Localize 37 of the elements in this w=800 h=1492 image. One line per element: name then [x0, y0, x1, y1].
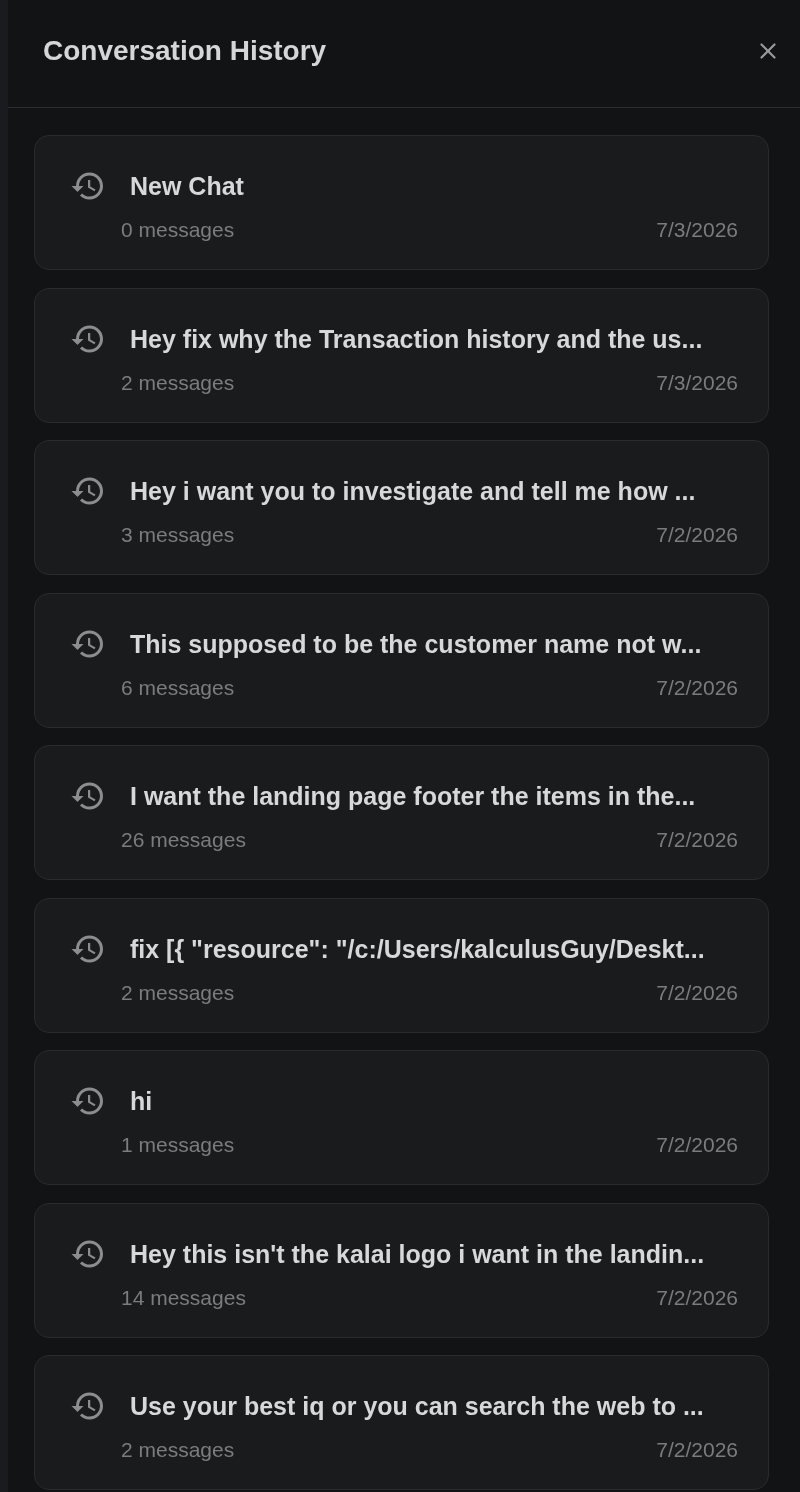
conversation-card[interactable]: hi 1 messages 7/2/2026 — [34, 1050, 769, 1185]
conversation-date: 7/2/2026 — [656, 979, 738, 1006]
conversation-card[interactable]: This supposed to be the customer name not w... 6 messages 7/2/2026 — [34, 592, 769, 728]
conversation-card[interactable]: Hey fix why the Transaction history and the us... 2 messages 7/3/2026 — [34, 287, 769, 423]
conversation-date: 7/2/2026 — [656, 674, 738, 701]
conversation-date: 7/2/2026 — [656, 1437, 738, 1463]
conversation-date: 7/2/2026 — [656, 827, 738, 853]
conversation-card[interactable]: Use your best iq or you can search the web to ... 2 messages 7/2/2026 — [34, 1355, 769, 1490]
conversation-card[interactable]: I want the landing page footer the items in the... 26 messages 7/2/2026 — [34, 745, 769, 880]
conversation-date: 7/3/2026 — [656, 369, 738, 396]
conversation-title: I want the landing page footer the items in the... — [130, 781, 696, 811]
conversation-card[interactable]: fix [{ "resource": "/c:/Users/kalculusGuy/Deskt... 2 messages 7/2/2026 — [34, 897, 769, 1033]
message-count: 2 messages — [121, 1437, 235, 1463]
message-count: 3 messages — [121, 522, 235, 548]
conversation-card[interactable]: New Chat 0 messages 7/3/2026 — [34, 135, 769, 270]
message-count: 0 messages — [121, 217, 235, 243]
message-count: 2 messages — [121, 369, 235, 396]
conversation-date: 7/2/2026 — [656, 1284, 738, 1311]
conversation-title: fix [{ "resource": "/c:/Users/kalculusGuy/Deskt... — [130, 933, 705, 964]
message-count: 2 messages — [121, 979, 235, 1006]
conversation-title: hi — [130, 1086, 153, 1116]
conversation-title: Hey this isn't the kalai logo i want in the landin... — [130, 1238, 705, 1269]
conversation-title: Use your best iq or you can search the web to ... — [130, 1391, 704, 1421]
conversation-title: This supposed to be the customer name not w... — [130, 628, 702, 659]
message-count: 26 messages — [121, 827, 246, 853]
message-count: 6 messages — [121, 674, 235, 701]
message-count: 1 messages — [121, 1132, 235, 1158]
conversation-date: 7/2/2026 — [656, 522, 738, 548]
message-count: 14 messages — [121, 1284, 246, 1311]
conversation-date: 7/3/2026 — [656, 217, 738, 243]
conversation-title: Hey i want you to investigate and tell me how ... — [130, 476, 696, 506]
conversation-date: 7/2/2026 — [656, 1132, 738, 1158]
conversation-card[interactable]: Hey i want you to investigate and tell me how ... 3 messages 7/2/2026 — [34, 440, 769, 575]
conversation-card[interactable]: Hey this isn't the kalai logo i want in the landin... 14 messages 7/2/2026 — [34, 1202, 769, 1338]
conversation-title: New Chat — [130, 171, 244, 201]
panel-title: Conversation History — [43, 34, 327, 67]
conversation-title: Hey fix why the Transaction history and the us... — [130, 323, 703, 354]
